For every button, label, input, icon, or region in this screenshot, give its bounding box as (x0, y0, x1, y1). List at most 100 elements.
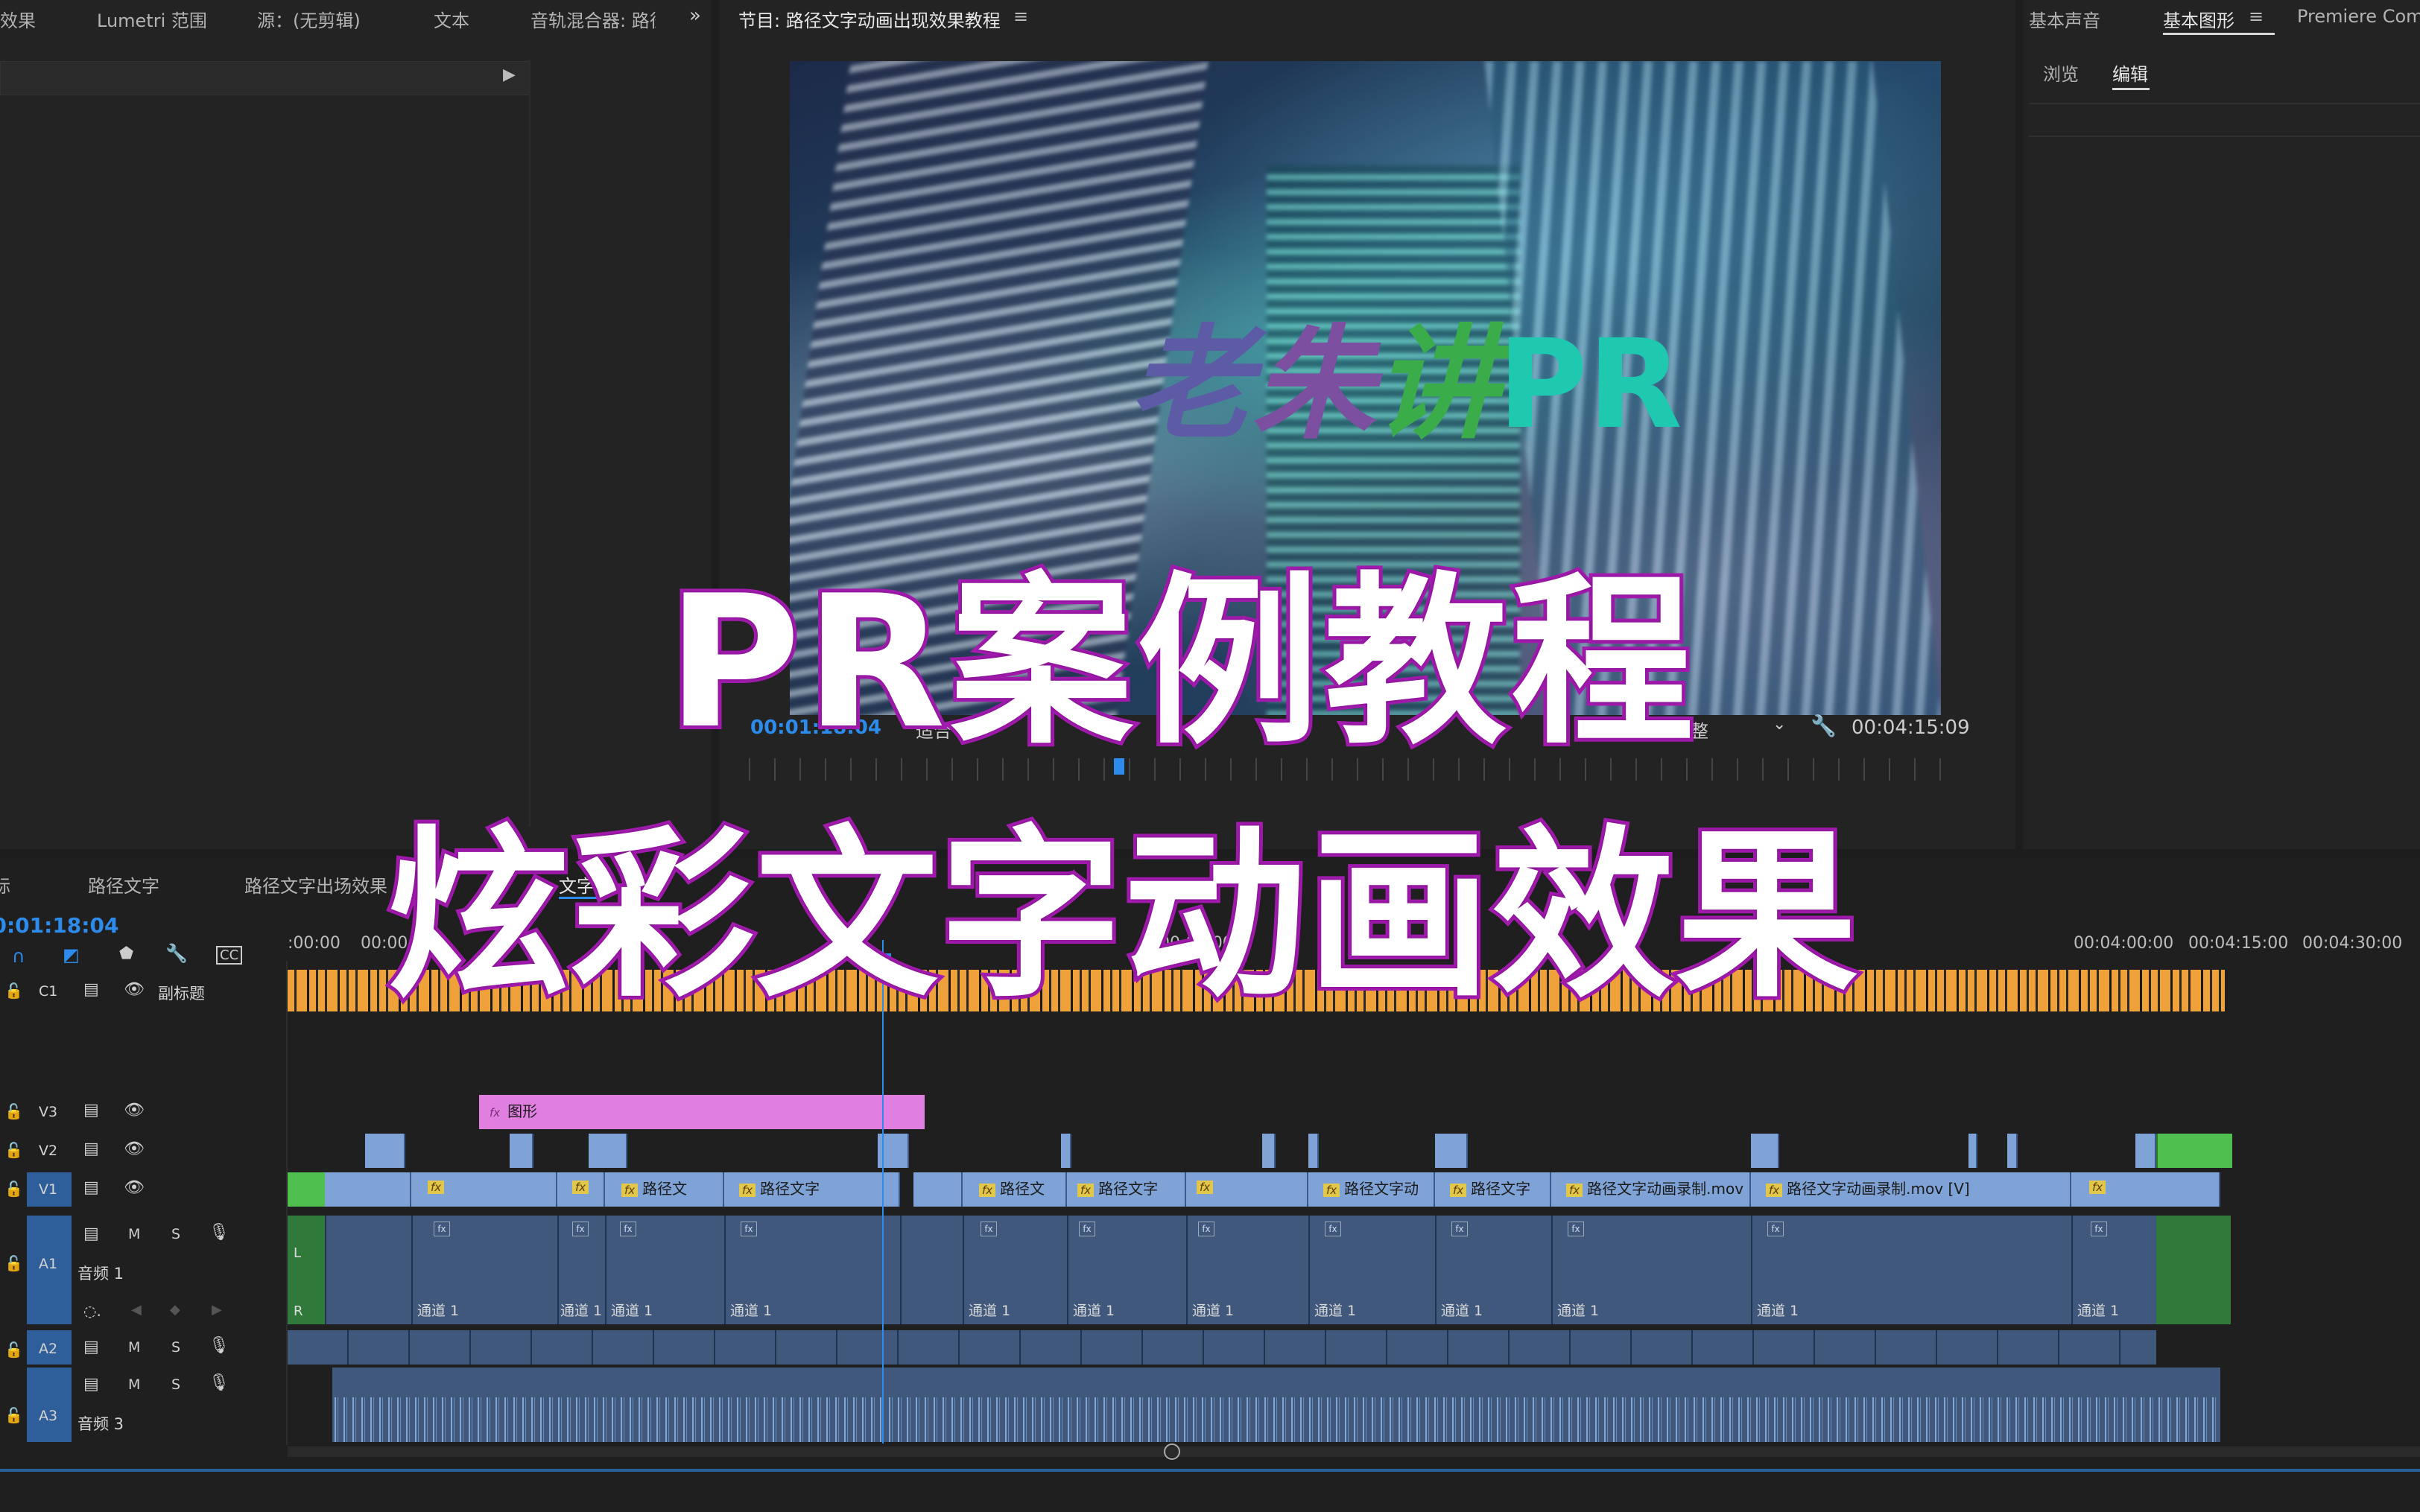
caption-track-toggle-icon[interactable]: ▤ (83, 980, 99, 999)
subtab-edit[interactable]: 编辑 (2112, 60, 2148, 86)
solo-button[interactable]: S (171, 1339, 180, 1356)
eye-icon[interactable]: 👁 (124, 1101, 145, 1119)
lock-icon[interactable]: 🔓 (4, 982, 23, 1000)
sync-lock-icon[interactable]: ▤ (83, 1178, 99, 1197)
a1-clip[interactable]: fx 通道 1 (605, 1216, 724, 1324)
sequence-tab-1[interactable]: 路径文字 (88, 871, 159, 898)
v1-clip[interactable]: fx 路径文字 (724, 1172, 900, 1207)
panel-overflow-icon[interactable]: » (689, 4, 701, 27)
v1-clip[interactable]: fx 路径文 (963, 1172, 1067, 1207)
v2-clip[interactable] (1751, 1134, 1779, 1168)
eye-icon[interactable]: 👁 (124, 980, 145, 999)
timeline-zoom-handle[interactable] (1164, 1443, 1180, 1460)
a1-green-clip-end[interactable] (2156, 1216, 2231, 1324)
v2-clip[interactable] (365, 1134, 405, 1168)
a1-clip[interactable]: fx 通道 1 (1186, 1216, 1308, 1324)
effects-search-bar[interactable] (0, 61, 530, 95)
a1-clip[interactable] (900, 1216, 963, 1324)
expand-arrow-icon[interactable]: ▶ (503, 66, 516, 84)
v1-clip[interactable]: fx 路径文字动 (1308, 1172, 1435, 1207)
a1-clip[interactable]: fx 通道 1 (1751, 1216, 2071, 1324)
v2-clip[interactable] (589, 1134, 627, 1168)
mute-button[interactable]: M (128, 1226, 140, 1242)
eye-icon[interactable]: 👁 (124, 1178, 145, 1197)
v1-clip[interactable]: fx 路径文 (605, 1172, 724, 1207)
solo-button[interactable]: S (171, 1226, 180, 1242)
sync-lock-icon[interactable]: ▤ (83, 1101, 99, 1119)
a1-clip[interactable]: fx 通道 1 (1435, 1216, 1551, 1324)
add-keyframe-icon[interactable]: ◆ (170, 1302, 180, 1318)
lock-icon[interactable]: 🔓 (4, 1102, 23, 1120)
lock-icon[interactable]: 🔓 (4, 1341, 23, 1359)
tab-source[interactable]: 源：(无剪辑) (257, 6, 361, 32)
microphone-icon[interactable]: 🎙 (209, 1336, 229, 1355)
chevron-down-icon[interactable]: ⌄ (1773, 715, 1786, 734)
timeline-timecode[interactable]: 00:01:18:04 (0, 913, 118, 938)
solo-button[interactable]: S (171, 1376, 180, 1393)
sync-lock-icon[interactable]: ▤ (83, 1224, 99, 1243)
mute-button[interactable]: M (128, 1376, 140, 1393)
lock-icon[interactable]: 🔓 (4, 1254, 23, 1272)
a1-clip[interactable]: fx 通道 1 (411, 1216, 557, 1324)
a1-clip[interactable]: fx 通道 1 (557, 1216, 605, 1324)
a1-clip[interactable]: fx 通道 1 (1067, 1216, 1186, 1324)
v2-clip[interactable] (510, 1134, 533, 1168)
v1-clip[interactable]: fx (411, 1172, 557, 1207)
v2-green-clip[interactable] (2156, 1134, 2232, 1168)
graphics-menu-icon[interactable]: ≡ (2249, 6, 2264, 27)
a1-clip[interactable]: fx 通道 1 (2071, 1216, 2156, 1324)
v1-clip[interactable]: fx 路径文字动画录制.mov [V] (1751, 1172, 2071, 1207)
tab-essential-sound[interactable]: 基本声音 (2029, 6, 2100, 32)
linked-selection-icon[interactable]: ◩ (63, 944, 80, 965)
sequence-tab-0[interactable]: 标 (0, 871, 10, 898)
v1-clip[interactable]: fx (557, 1172, 605, 1207)
v2-clip[interactable] (2007, 1134, 2018, 1168)
sync-lock-icon[interactable]: ▤ (83, 1140, 99, 1158)
microphone-icon[interactable]: 🎙 (209, 1223, 229, 1242)
lock-icon[interactable]: 🔓 (4, 1406, 23, 1424)
a1-clip[interactable]: fx 通道 1 (1551, 1216, 1751, 1324)
timeline-horizontal-scrollbar[interactable] (288, 1446, 2420, 1457)
sequence-tab-2[interactable]: 路径文字出场效果 (244, 871, 387, 898)
v2-clip[interactable] (2135, 1134, 2156, 1168)
a2-clip-strip[interactable] (288, 1330, 2156, 1365)
v1-clip[interactable]: fx (1186, 1172, 1308, 1207)
lock-icon[interactable]: 🔓 (4, 1141, 23, 1159)
marker-icon[interactable]: ⬟ (119, 944, 133, 963)
v2-clip[interactable] (1061, 1134, 1071, 1168)
tab-lumetri-scopes[interactable]: Lumetri 范围 (97, 6, 207, 32)
v1-green-clip[interactable] (288, 1172, 325, 1207)
tab-effects[interactable]: 效果 (0, 6, 36, 32)
keyframe-toggle-icon[interactable]: ◌. (83, 1302, 101, 1320)
graphic-clip[interactable]: fx 图形 (479, 1095, 925, 1129)
sync-lock-icon[interactable]: ▤ (83, 1338, 99, 1356)
mute-button[interactable]: M (128, 1339, 140, 1356)
tab-audio-mixer[interactable]: 音轨混合器: 路径 (530, 6, 656, 32)
lock-icon[interactable]: 🔓 (4, 1180, 23, 1198)
tab-essential-graphics[interactable]: 基本图形 (2163, 6, 2234, 32)
next-keyframe-icon[interactable]: ▶ (212, 1302, 222, 1318)
v1-clip[interactable] (913, 1172, 963, 1207)
wrench-icon[interactable]: 🔧 (1811, 714, 1837, 738)
a1-clip[interactable] (325, 1216, 411, 1324)
a1-clip[interactable]: fx 通道 1 (724, 1216, 900, 1324)
program-menu-icon[interactable]: ≡ (1013, 6, 1028, 27)
v1-clip[interactable]: fx 路径文字 (1435, 1172, 1551, 1207)
subtab-browse[interactable]: 浏览 (2043, 60, 2079, 86)
v2-clip[interactable] (1262, 1134, 1276, 1168)
a3-target-toggle[interactable] (27, 1368, 72, 1442)
settings-wrench-icon[interactable]: 🔧 (165, 943, 188, 964)
v2-clip[interactable] (1435, 1134, 1468, 1168)
v2-clip[interactable] (1308, 1134, 1319, 1168)
v1-clip[interactable]: fx 路径文字动画录制.mov (1551, 1172, 1751, 1207)
a3-waveform-clip[interactable] (332, 1368, 2220, 1442)
tab-text[interactable]: 文本 (434, 6, 469, 32)
a1-clip[interactable]: fx 通道 1 (1308, 1216, 1435, 1324)
a1-clip[interactable]: fx 通道 1 (963, 1216, 1067, 1324)
v1-clip[interactable]: fx (2071, 1172, 2220, 1207)
microphone-icon[interactable]: 🎙 (209, 1373, 229, 1392)
prev-keyframe-icon[interactable]: ◀ (131, 1302, 142, 1318)
eye-icon[interactable]: 👁 (124, 1140, 145, 1158)
program-monitor-title[interactable]: 节目: 路径文字动画出现效果教程 (738, 6, 1001, 32)
snap-icon[interactable]: ∩ (12, 946, 25, 967)
